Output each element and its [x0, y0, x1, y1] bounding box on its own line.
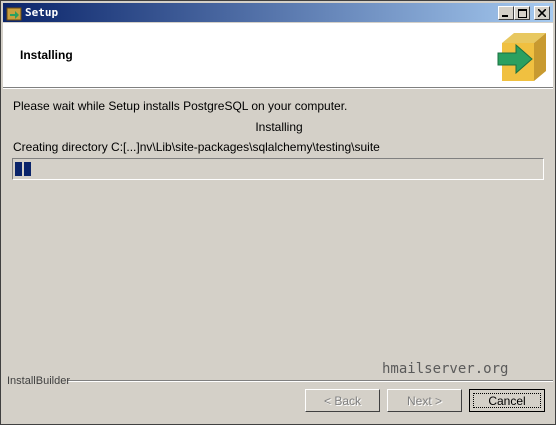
title-bar[interactable]: Setup [3, 3, 553, 22]
window-title: Setup [25, 6, 59, 19]
back-button[interactable]: < Back [305, 389, 380, 412]
maximize-button[interactable] [514, 6, 530, 20]
install-status: Installing [255, 120, 303, 134]
progress-fill [15, 162, 33, 176]
focus-rect [473, 393, 541, 408]
install-detail: Creating directory C:[...]nv\Lib\site-pa… [13, 140, 380, 154]
cancel-button[interactable]: Cancel [469, 389, 545, 412]
installbuilder-label: InstallBuilder [7, 375, 70, 387]
installer-arrow-box-icon [497, 33, 546, 81]
maximize-icon [517, 8, 527, 18]
progress-block [15, 162, 22, 176]
minimize-button[interactable] [498, 6, 514, 20]
close-icon [538, 9, 546, 17]
minimize-icon [502, 15, 508, 17]
watermark-text: hmailserver.org [382, 361, 509, 377]
header-separator [3, 88, 553, 89]
footer-divider [67, 380, 553, 382]
header-panel: Installing [3, 23, 553, 88]
progress-block [24, 162, 31, 176]
setup-window: Setup Installing Please wait while Setup… [0, 0, 556, 425]
next-button[interactable]: Next > [387, 389, 462, 412]
setup-app-icon [6, 7, 22, 21]
close-button[interactable] [534, 6, 550, 20]
progress-bar [12, 158, 544, 180]
page-title: Installing [20, 48, 73, 62]
install-message: Please wait while Setup installs Postgre… [13, 99, 348, 113]
